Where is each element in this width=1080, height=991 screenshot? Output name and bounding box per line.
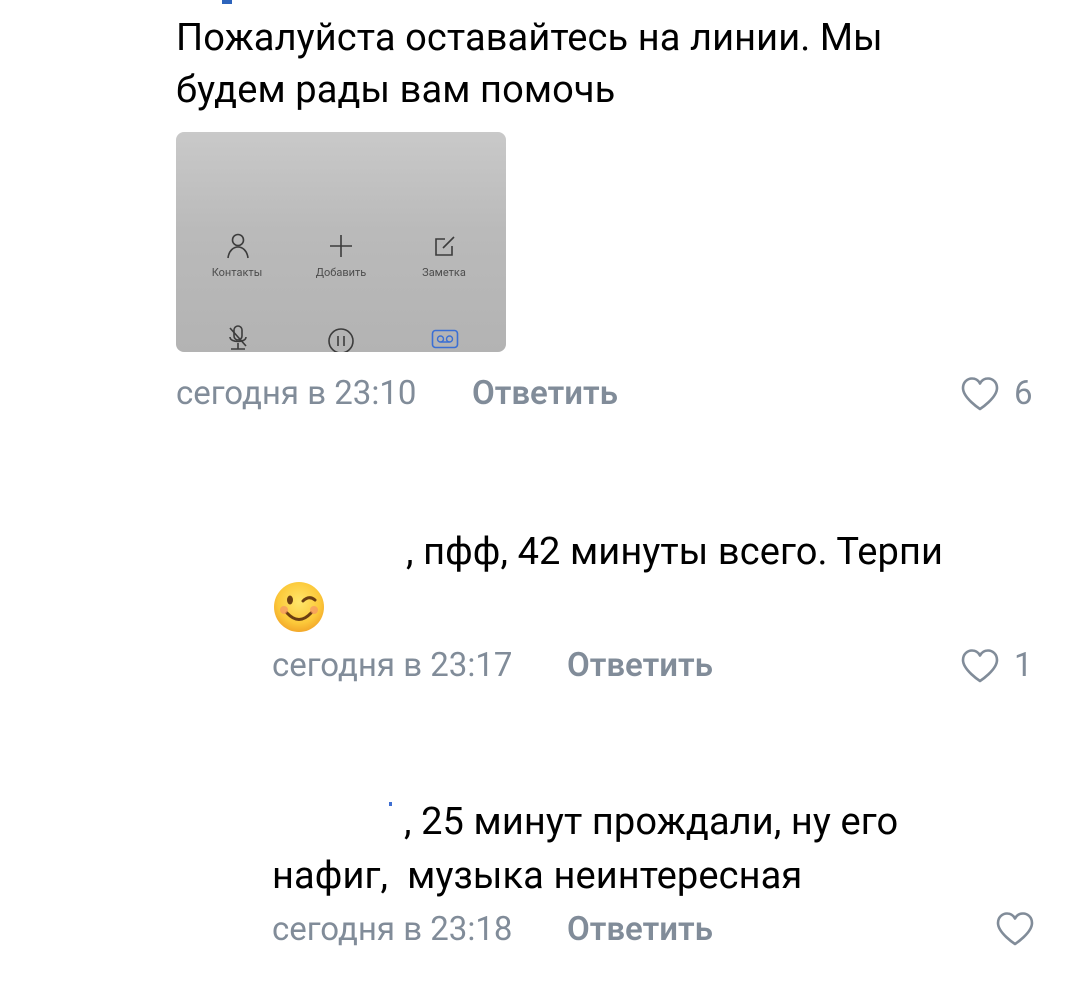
comment-3-reply-button[interactable]: Ответить	[567, 910, 713, 949]
heart-icon	[961, 376, 999, 410]
pause-icon	[301, 327, 381, 352]
plus-icon	[301, 233, 381, 263]
comment-3-timestamp: сегодня в 23:18	[272, 910, 513, 949]
note-icon	[405, 233, 485, 263]
thumb-label-note: Заметка	[422, 266, 466, 279]
heart-icon	[996, 912, 1034, 946]
comment-1-attachment-image[interactable]: Контакты Добавить Заметка	[176, 132, 506, 352]
comment-2-like-count: 1	[1014, 646, 1033, 685]
comment-1-like-count: 6	[1014, 374, 1033, 413]
mic-off-icon	[198, 324, 278, 352]
comment-2-reply-button[interactable]: Ответить	[567, 646, 713, 685]
comment-1-like-button[interactable]: 6	[960, 374, 1033, 413]
heart-icon	[961, 648, 999, 682]
comment-1-text-line2: будем рады вам помочь	[176, 68, 616, 112]
comment-2-like-button[interactable]: 1	[960, 646, 1033, 685]
avatar-fragment	[222, 0, 232, 4]
comment-1-text: Пожалуйста оставайтесь на линии. Мы буде…	[176, 12, 996, 116]
comment-1-text-line1: Пожалуйста оставайтесь на линии. Мы	[176, 16, 883, 60]
wink-emoji-icon	[272, 580, 326, 634]
comment-2-timestamp: сегодня в 23:17	[272, 646, 513, 685]
comment-1-reply-button[interactable]: Ответить	[472, 374, 618, 413]
comment-3-like-button[interactable]	[995, 911, 1035, 947]
mention-fragment	[389, 802, 392, 806]
thumb-label-add: Добавить	[315, 266, 367, 279]
person-icon	[198, 232, 278, 264]
thumb-label-contacts: Контакты	[211, 266, 263, 279]
comment-3-text-line2: нафиг, музыка неинтересная	[272, 854, 803, 898]
comment-3-text-line1: , 25 минут прождали, ну его	[404, 800, 899, 844]
comment-2-text: , пфф, 42 минуты всего. Терпи	[406, 530, 944, 574]
voicemail-icon	[405, 329, 485, 352]
comment-1-timestamp: сегодня в 23:10	[176, 374, 417, 413]
